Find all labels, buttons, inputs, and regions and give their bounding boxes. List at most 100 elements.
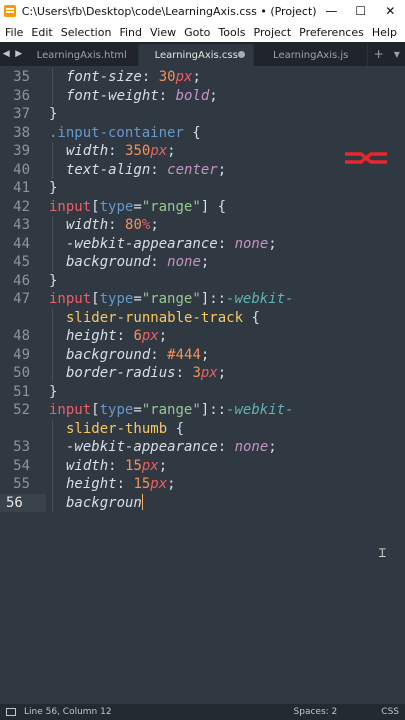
- code-line[interactable]: .input-container {: [49, 124, 201, 143]
- maximize-button[interactable]: ☐: [346, 0, 375, 22]
- code-token: font-size: [66, 69, 142, 85]
- tab-nav: ◀ ▶: [0, 42, 25, 66]
- code-line[interactable]: width: 15px;: [66, 457, 167, 476]
- code-line[interactable]: background: none;: [66, 253, 209, 272]
- code-line[interactable]: height: 15px;: [66, 475, 176, 494]
- tab-prev-icon[interactable]: ◀: [3, 49, 10, 59]
- code-token: none: [234, 235, 269, 252]
- menu-help[interactable]: Help: [369, 26, 402, 39]
- code-line[interactable]: backgroun: [66, 493, 144, 513]
- code-token: 350: [125, 143, 151, 159]
- code-line[interactable]: }: [49, 272, 57, 291]
- code-line[interactable]: slider-thumb {: [66, 420, 184, 439]
- tab-next-icon[interactable]: ▶: [15, 49, 22, 59]
- code-line[interactable]: font-size: 30px;: [66, 68, 201, 87]
- tab-learningaxis-js[interactable]: LearningAxis.js: [254, 44, 369, 66]
- code-token: "range": [141, 291, 201, 307]
- menu-tools[interactable]: Tools: [215, 26, 250, 39]
- indent-guide: [52, 419, 53, 512]
- code-line[interactable]: font-weight: bold;: [66, 87, 218, 106]
- code-token: center: [167, 161, 218, 178]
- code-line[interactable]: }: [49, 179, 57, 198]
- indentation-setting[interactable]: Spaces: 2: [294, 707, 338, 717]
- code-line[interactable]: input[type="range"] {: [49, 198, 226, 217]
- tab-actions: + ▾: [368, 42, 405, 66]
- code-line[interactable]: input[type="range"]::-webkit-: [49, 401, 294, 420]
- code-token: =: [133, 198, 142, 215]
- code-token: height: [66, 476, 117, 492]
- menu-file[interactable]: File: [2, 26, 28, 39]
- code-line[interactable]: width: 350px;: [66, 142, 176, 161]
- code-token: :: [217, 439, 235, 455]
- line-number: 37: [13, 106, 30, 122]
- code-token: :: [217, 235, 235, 252]
- status-bar: Line 56, Column 12 Spaces: 2 CSS: [0, 704, 405, 720]
- code-token: input: [49, 198, 92, 215]
- code-line[interactable]: -webkit-appearance: none;: [66, 438, 277, 457]
- code-line[interactable]: background: #444;: [66, 346, 209, 365]
- code-token: {: [167, 420, 185, 437]
- code-token: }: [49, 180, 58, 196]
- code-token: width: [66, 217, 109, 233]
- code-token: 30: [158, 69, 176, 85]
- code-token: input: [49, 291, 92, 307]
- code-token: -webkit-: [226, 291, 294, 307]
- code-token: :: [108, 457, 126, 474]
- code-line[interactable]: border-radius: 3px;: [66, 364, 226, 383]
- code-line[interactable]: -webkit-appearance: none;: [66, 235, 277, 254]
- code-line[interactable]: height: 6px;: [66, 327, 167, 346]
- new-tab-icon[interactable]: +: [374, 47, 384, 61]
- line-number: 56: [0, 493, 46, 512]
- code-line[interactable]: slider-runnable-track {: [66, 309, 260, 328]
- code-token: background: [66, 346, 151, 363]
- sublime-app-icon: [4, 5, 16, 17]
- menu-bar: File Edit Selection Find View Goto Tools…: [0, 22, 405, 42]
- line-number: 42: [13, 198, 30, 215]
- menu-preferences[interactable]: Preferences: [296, 26, 369, 39]
- code-line[interactable]: text-align: center;: [66, 161, 226, 180]
- menu-edit[interactable]: Edit: [28, 26, 57, 39]
- line-number: 53: [13, 439, 30, 455]
- code-token: [: [91, 198, 100, 215]
- code-line[interactable]: }: [49, 105, 57, 124]
- syntax-selector[interactable]: CSS: [381, 707, 399, 717]
- menu-view[interactable]: View: [147, 26, 181, 39]
- cursor-position[interactable]: Line 56, Column 12: [24, 707, 112, 717]
- menu-find[interactable]: Find: [116, 26, 147, 39]
- indent-guide: [52, 308, 53, 383]
- line-number: 35: [13, 69, 30, 85]
- close-button[interactable]: ✕: [376, 0, 405, 22]
- code-token: 15: [133, 476, 151, 492]
- line-number: 44: [13, 235, 30, 252]
- code-token: }: [49, 106, 58, 122]
- tab-learningaxis-html[interactable]: LearningAxis.html: [25, 44, 140, 66]
- minimize-button[interactable]: —: [317, 0, 346, 22]
- code-token: ] {: [200, 198, 227, 215]
- code-line[interactable]: input[type="range"]::-webkit-: [49, 290, 294, 309]
- unsaved-dot-icon[interactable]: [237, 51, 245, 58]
- code-token: :: [158, 87, 176, 104]
- code-line[interactable]: width: 80%;: [66, 216, 159, 235]
- panel-toggle-icon[interactable]: [6, 708, 16, 716]
- code-token: ;: [167, 476, 176, 492]
- menu-goto[interactable]: Goto: [181, 26, 215, 39]
- tab-learningaxis-css[interactable]: LearningAxis.css: [139, 44, 254, 66]
- menu-project[interactable]: Project: [251, 26, 297, 39]
- line-number: 36: [13, 87, 30, 104]
- code-token: bold: [175, 87, 210, 104]
- line-number: 41: [13, 180, 30, 196]
- line-number: 48: [13, 328, 30, 344]
- code-token: font-weight: [66, 87, 159, 104]
- code-token: px: [141, 457, 159, 474]
- menu-selection[interactable]: Selection: [58, 26, 117, 39]
- code-token: :: [175, 365, 193, 381]
- tab-label: LearningAxis.html: [36, 49, 127, 61]
- code-line[interactable]: }: [49, 383, 57, 402]
- code-token: :: [141, 69, 159, 85]
- code-token: ;: [192, 69, 201, 85]
- code-token: [: [91, 291, 100, 307]
- code-editor[interactable]: 35 36 37 38 39 40 41 42 43 44 45 46 47 48 49 50 51 52 53 54…: [0, 66, 405, 704]
- code-token: none: [167, 254, 201, 270]
- tab-bar: ◀ ▶ LearningAxis.html LearningAxis.css L…: [0, 42, 405, 66]
- tab-dropdown-icon[interactable]: ▾: [394, 47, 400, 61]
